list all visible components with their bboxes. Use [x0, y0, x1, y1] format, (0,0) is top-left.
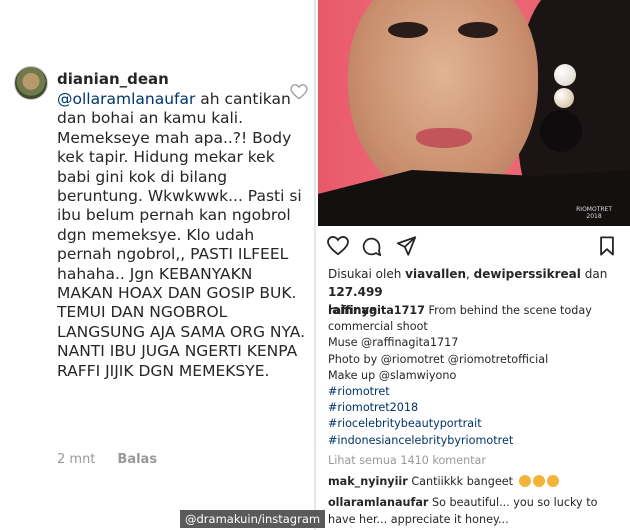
- caption-line: Make up @slamwiyono: [328, 368, 457, 382]
- photo-face: [348, 0, 538, 200]
- comment-bubble-icon[interactable]: [361, 236, 382, 257]
- comment-text: @ollaramlanaufar ah cantikan dan bohai a…: [57, 90, 307, 381]
- watermark: @dramakuin/instagram: [180, 510, 326, 528]
- photo-earring-pearl: [554, 64, 576, 86]
- comment-text: Cantiikkk bangeet: [411, 475, 513, 488]
- instagram-post: RIOMOTRET 2018 Disukai oleh viavallen, de…: [318, 0, 630, 530]
- comment-time: 2 mnt: [57, 452, 96, 467]
- share-plane-icon[interactable]: [396, 236, 417, 256]
- caption-line: Photo by @riomotret @riomotretofficial: [328, 352, 549, 366]
- photo-lips: [416, 128, 472, 148]
- photo-credit-year: 2018: [586, 213, 602, 220]
- caption-username[interactable]: raffinagita1717: [328, 304, 425, 317]
- post-comment: mak_nyinyiir Cantiikkk bangeet: [328, 473, 624, 490]
- photo-earring-disc: [540, 110, 582, 152]
- avatar[interactable]: [14, 66, 48, 100]
- comment-username[interactable]: ollaramlanaufar: [328, 496, 428, 509]
- photo-eye-right: [458, 22, 498, 38]
- photo-credit-brand: RIOMOTRET: [576, 206, 612, 213]
- photo-credit: RIOMOTRET 2018: [576, 206, 612, 220]
- comment-mention-link[interactable]: @ollaramlanaufar: [57, 90, 195, 108]
- comment-username[interactable]: mak_nyinyiir: [328, 475, 408, 488]
- comment-body: ah cantikan dan bohai an kamu kali. Meme…: [57, 90, 306, 380]
- bookmark-icon[interactable]: [599, 236, 615, 256]
- hashtag-link[interactable]: #riomotret2018: [328, 401, 418, 414]
- likes-prefix: Disukai oleh: [328, 267, 406, 281]
- view-all-comments-link[interactable]: Lihat semua 1410 komentar: [328, 454, 486, 467]
- reply-button[interactable]: Balas: [117, 452, 157, 467]
- comment-meta: 2 mnt Balas: [57, 452, 157, 467]
- photo-earring-bead: [554, 88, 574, 108]
- likes-count[interactable]: 127.499: [328, 285, 383, 299]
- photo-eye-left: [388, 22, 428, 38]
- liker-link[interactable]: dewiperssikreal: [474, 267, 581, 281]
- post-caption: raffinagita1717 From behind the scene to…: [328, 303, 624, 449]
- post-photo[interactable]: RIOMOTRET 2018: [318, 0, 630, 226]
- likes-mid: dan: [580, 267, 608, 281]
- smile-emoji-icon: [532, 475, 545, 487]
- comment-detail-panel: dianian_dean @ollaramlanaufar ah cantika…: [0, 0, 316, 530]
- hashtag-link[interactable]: #indonesiancelebritybyriomotret: [328, 434, 513, 447]
- hashtag-link[interactable]: #riomotret: [328, 385, 390, 398]
- post-comment: ollaramlanaufar So beautiful... you so l…: [328, 494, 624, 528]
- smile-emoji-icon: [546, 475, 559, 487]
- smile-emoji-icon: [518, 475, 531, 487]
- liker-link[interactable]: viavallen: [405, 267, 466, 281]
- caption-line: Muse @raffinagita1717: [328, 336, 459, 350]
- hashtag-link[interactable]: #riocelebritybeautyportrait: [328, 417, 482, 430]
- comment-username[interactable]: dianian_dean: [57, 70, 169, 88]
- heart-outline-icon[interactable]: [327, 236, 349, 256]
